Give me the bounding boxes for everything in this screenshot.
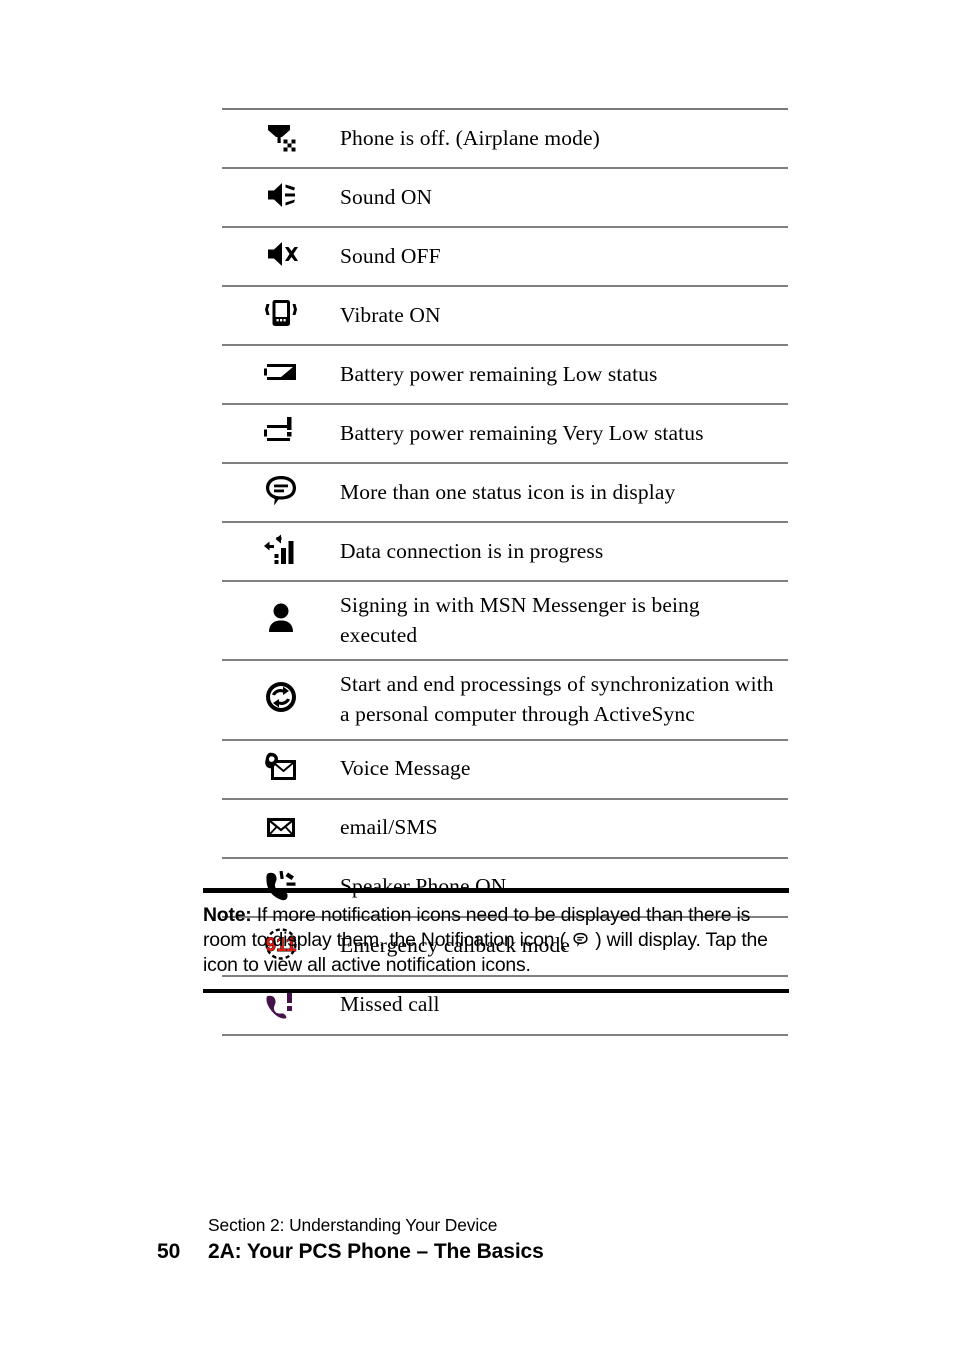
row-description: email/SMS: [340, 815, 438, 840]
row-description: Sound ON: [340, 184, 433, 209]
table-row: Signing in with MSN Messenger is being e…: [222, 581, 788, 660]
table-row: Battery power remaining Low status: [222, 345, 788, 404]
footer-title: 2A: Your PCS Phone – The Basics: [208, 1240, 544, 1263]
battery-very-low-icon: [222, 404, 340, 463]
row-description: Data connection is in progress: [340, 538, 604, 563]
table-row: Sound ON: [222, 168, 788, 227]
battery-low-icon: [222, 345, 340, 404]
table-row: More than one status icon is in display: [222, 463, 788, 522]
note-box: Note: If more notification icons need to…: [203, 888, 789, 994]
sound-off-icon: [222, 227, 340, 286]
row-description: More than one status icon is in display: [340, 479, 676, 504]
table-row: Sound OFF: [222, 227, 788, 286]
row-description: Battery power remaining Very Low status: [340, 420, 704, 445]
table-row: Voice Message: [222, 739, 788, 799]
table-row: Phone is off. (Airplane mode): [222, 109, 788, 168]
row-description: Signing in with MSN Messenger is being e…: [340, 593, 700, 647]
note-label: Note:: [203, 904, 252, 926]
notification-bubble-icon: [571, 930, 590, 949]
page-footer: Section 2: Understanding Your Device 50 …: [157, 1215, 797, 1264]
footer-section: Section 2: Understanding Your Device: [208, 1215, 498, 1235]
row-description: Start and end processings of synchroniza…: [340, 672, 774, 726]
vibrate-on-icon: [222, 286, 340, 345]
row-description: Phone is off. (Airplane mode): [340, 125, 600, 150]
activesync-icon: [222, 660, 340, 739]
email-sms-icon: [222, 799, 340, 858]
row-description: Sound OFF: [340, 243, 441, 268]
row-description: Battery power remaining Low status: [340, 361, 658, 386]
row-description: Vibrate ON: [340, 302, 441, 327]
sound-on-icon: [222, 168, 340, 227]
page-number: 50: [157, 1240, 181, 1263]
table-row: email/SMS: [222, 798, 788, 858]
notification-bubble-icon: [222, 463, 340, 522]
table-row: Start and end processings of synchroniza…: [222, 660, 788, 739]
messenger-person-icon: [222, 581, 340, 660]
table-row: Data connection is in progress: [222, 522, 788, 581]
airplane-mode-icon: [222, 109, 340, 168]
data-connection-icon: [222, 522, 340, 581]
table-row: Battery power remaining Very Low status: [222, 404, 788, 463]
voice-message-icon: [222, 740, 340, 799]
table-row: Vibrate ON: [222, 286, 788, 345]
row-description: Voice Message: [340, 756, 471, 781]
